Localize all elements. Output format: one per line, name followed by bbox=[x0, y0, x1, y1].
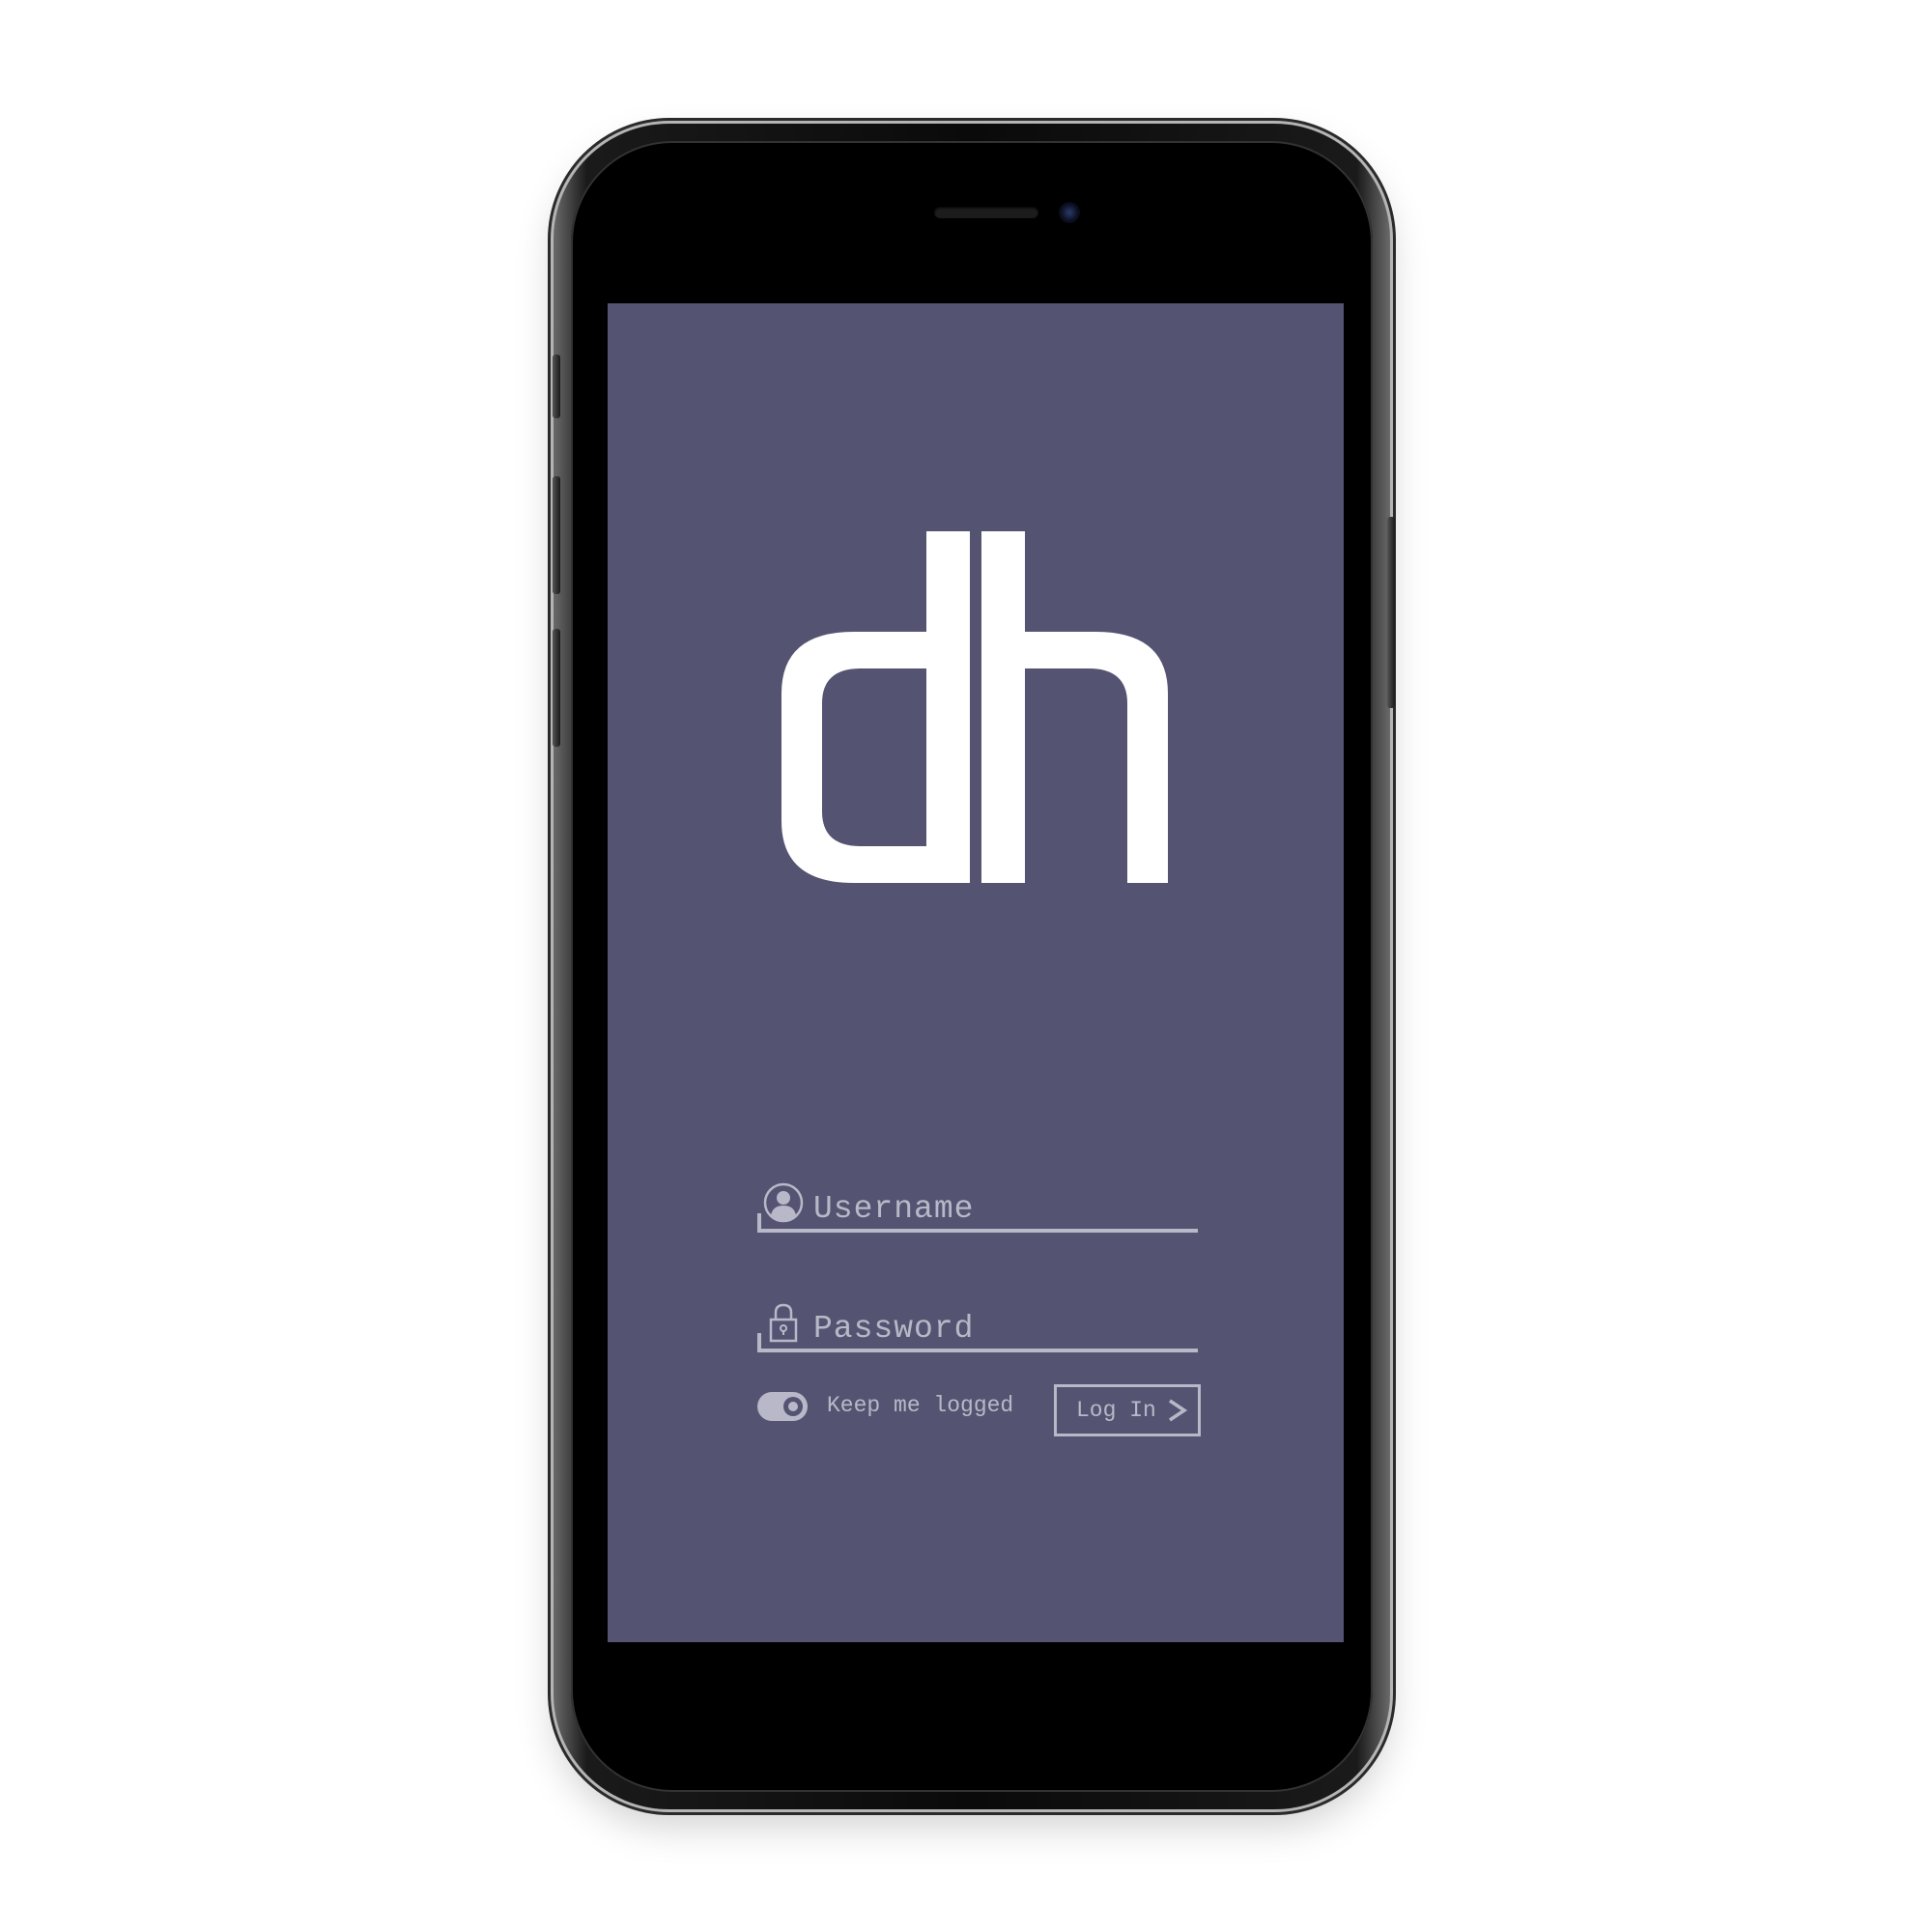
volume-down-button bbox=[553, 629, 560, 747]
login-button-label: Log In bbox=[1076, 1398, 1156, 1423]
username-placeholder: Username bbox=[813, 1191, 975, 1227]
logo-letter-d bbox=[781, 531, 970, 883]
username-field[interactable]: Username bbox=[757, 1179, 1198, 1233]
phone-screen: Username Password Keep me logged Log In bbox=[608, 303, 1344, 1642]
front-camera bbox=[1059, 202, 1080, 223]
user-circle-icon bbox=[763, 1182, 804, 1223]
dh-logo bbox=[781, 531, 1168, 883]
logo-letter-h bbox=[981, 531, 1168, 883]
login-button[interactable]: Log In bbox=[1054, 1384, 1201, 1436]
power-button bbox=[1387, 517, 1395, 708]
toggle-knob bbox=[783, 1397, 803, 1416]
password-underline bbox=[757, 1349, 1198, 1352]
mockup-stage: Username Password Keep me logged Log In bbox=[0, 0, 1932, 1932]
padlock-icon bbox=[769, 1303, 798, 1343]
username-underline bbox=[757, 1229, 1198, 1233]
password-field[interactable]: Password bbox=[757, 1298, 1198, 1352]
keep-logged-label: Keep me logged bbox=[827, 1393, 1014, 1418]
password-placeholder: Password bbox=[813, 1311, 975, 1347]
earpiece-speaker bbox=[934, 207, 1038, 218]
volume-up-button bbox=[553, 476, 560, 594]
mute-switch bbox=[553, 355, 560, 418]
keep-logged-toggle[interactable] bbox=[757, 1392, 808, 1421]
chevron-right-icon bbox=[1169, 1399, 1188, 1422]
